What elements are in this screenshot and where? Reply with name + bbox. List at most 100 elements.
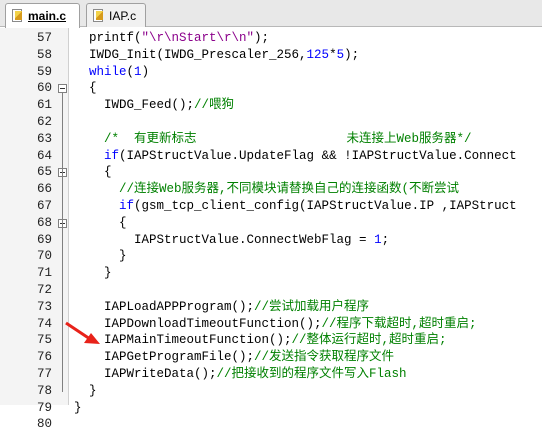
code-token: IWDG_Init(IWDG_Prescaler_256, (74, 47, 307, 62)
line-number: 67 (36, 199, 52, 213)
code-line: 63 /* 有更新标志 未连接上Web服务器*/ (0, 131, 542, 148)
line-number: 61 (36, 98, 52, 113)
code-line: 76 IAPGetProgramFile();//发送指令获取程序文件 (0, 349, 542, 366)
code-text: IAPDownloadTimeoutFunction();//程序下载超时,超时… (74, 316, 477, 333)
code-text: { (74, 215, 127, 232)
code-token: } (74, 383, 97, 398)
code-token: IAPMainTimeoutFunction(); (74, 333, 292, 348)
code-text: } (74, 248, 127, 265)
line-number: 76 (36, 350, 52, 365)
line-number: 72 (36, 283, 52, 297)
code-token: 1 (134, 64, 142, 79)
code-line: 71 } (0, 265, 542, 282)
code-text: if(IAPStructValue.UpdateFlag && !IAPStru… (74, 148, 517, 165)
code-token: IAPDownloadTimeoutFunction(); (74, 316, 322, 331)
code-line: 67 if(gsm_tcp_client_config(IAPStructVal… (0, 198, 542, 215)
code-token: { (74, 81, 97, 96)
code-token: while (89, 64, 127, 79)
code-text: { (74, 164, 112, 181)
code-line: 77 IAPWriteData();//把接收到的程序文件写入Flash (0, 366, 542, 383)
code-line: 79} (0, 400, 542, 417)
code-token: //尝试加载用户程序 (254, 299, 370, 314)
code-text: IAPStructValue.ConnectWebFlag = 1; (74, 232, 389, 249)
code-token: } (74, 266, 112, 281)
code-token: 5 (336, 47, 345, 62)
code-line: 74 IAPDownloadTimeoutFunction();//程序下载超时… (0, 316, 542, 333)
tab-main-c[interactable]: main.c (5, 3, 80, 28)
code-token: } (74, 400, 82, 415)
code-token: (gsm_tcp_client_config(IAPStructValue.IP… (134, 199, 517, 213)
code-line: 80 (0, 416, 542, 433)
code-text: } (74, 383, 97, 400)
code-line: 61 IWDG_Feed();//喂狗 (0, 97, 542, 114)
code-token: //程序下载超时,超时重启; (321, 316, 477, 331)
line-number: 60 (36, 81, 52, 96)
line-number: 69 (36, 232, 52, 247)
tab-label: IAP.c (109, 8, 137, 23)
code-token: { (74, 215, 127, 230)
c-file-icon (12, 9, 23, 23)
fold-toggle-icon[interactable] (58, 84, 67, 94)
line-number: 64 (36, 148, 52, 163)
code-token: //把接收到的程序文件写入Flash (216, 367, 407, 381)
code-text: IAPWriteData();//把接收到的程序文件写入Flash (74, 366, 407, 383)
line-number: 79 (36, 400, 52, 415)
code-line: 69 IAPStructValue.ConnectWebFlag = 1; (0, 232, 542, 249)
line-number: 58 (36, 47, 52, 62)
code-text: /* 有更新标志 未连接上Web服务器*/ (74, 131, 472, 148)
line-number: 74 (36, 316, 52, 331)
code-token: if (104, 148, 120, 163)
tab-iap-c[interactable]: IAP.c (86, 3, 146, 27)
code-token: ( (126, 64, 135, 79)
code-token: //连接Web服务器,不同模块请替换自己的连接函数(不断尝试 (119, 182, 460, 197)
code-line: 58 IWDG_Init(IWDG_Prescaler_256,125*5); (0, 47, 542, 64)
code-text: printf("\r\nStart\r\n"); (74, 30, 269, 47)
code-token: 1 (374, 232, 382, 247)
code-line: 59 while(1) (0, 64, 542, 81)
line-number: 80 (36, 417, 52, 432)
code-line: 72 (0, 282, 542, 299)
code-token: //喂狗 (194, 98, 235, 113)
code-text: while(1) (74, 64, 149, 81)
code-line: 57 printf("\r\nStart\r\n"); (0, 30, 542, 47)
code-token: IAPStructValue.ConnectWebFlag = (74, 232, 375, 247)
tab-bar: main.c IAP.c (0, 0, 542, 28)
code-token: //整体运行超时,超时重启; (291, 333, 447, 348)
code-text: IAPMainTimeoutFunction();//整体运行超时,超时重启; (74, 332, 447, 349)
code-token: IAPLoadAPPProgram(); (74, 299, 255, 314)
line-number: 78 (36, 383, 52, 398)
code-text: } (74, 400, 82, 417)
code-text: //连接Web服务器,不同模块请替换自己的连接函数(不断尝试 (74, 181, 459, 198)
code-token: * (329, 47, 337, 62)
code-token: //发送指令获取程序文件 (254, 350, 395, 365)
code-token: IWDG_Feed(); (74, 98, 195, 113)
line-number: 75 (36, 333, 52, 348)
line-number: 65 (36, 165, 52, 180)
code-token: ); (254, 31, 270, 45)
code-line: 66 //连接Web服务器,不同模块请替换自己的连接函数(不断尝试 (0, 181, 542, 198)
code-line: 62 (0, 114, 542, 131)
code-text: IWDG_Init(IWDG_Prescaler_256,125*5); (74, 47, 359, 64)
code-line: 70 } (0, 248, 542, 265)
line-number: 57 (36, 31, 52, 45)
code-token: 125 (306, 47, 330, 62)
code-text: IAPGetProgramFile();//发送指令获取程序文件 (74, 349, 394, 366)
code-line: 68 { (0, 215, 542, 232)
code-token: } (74, 249, 127, 264)
fold-guide (62, 93, 63, 392)
code-editor[interactable]: 57 printf("\r\nStart\r\n"); 58 IWDG_Init(… (0, 28, 542, 431)
code-line: 75 IAPMainTimeoutFunction();//整体运行超时,超时重… (0, 332, 542, 349)
line-number: 68 (36, 215, 52, 230)
line-number: 71 (36, 266, 52, 281)
code-text: IAPLoadAPPProgram();//尝试加载用户程序 (74, 299, 369, 316)
line-number: 63 (36, 131, 52, 146)
line-number: 73 (36, 299, 52, 314)
line-number: 66 (36, 182, 52, 197)
line-number: 59 (36, 64, 52, 79)
line-number: 62 (36, 115, 52, 129)
code-token: (IAPStructValue.UpdateFlag && !IAPStruct… (119, 148, 517, 163)
